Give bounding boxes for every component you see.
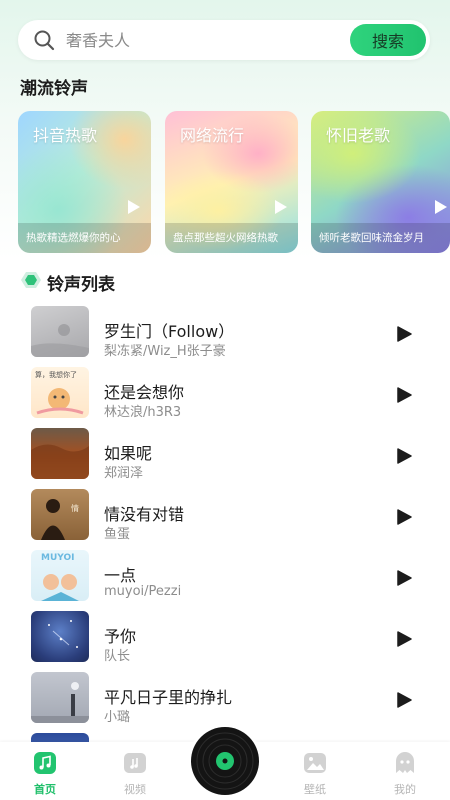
play-icon[interactable] xyxy=(396,570,412,586)
album-cover xyxy=(31,428,89,479)
svg-text:情: 情 xyxy=(71,503,79,513)
vinyl-record-button[interactable] xyxy=(186,722,264,800)
ghost-icon xyxy=(396,752,414,773)
trend-section-title: 潮流铃声 xyxy=(20,79,88,99)
search-button[interactable]: 搜索 xyxy=(350,24,426,56)
song-title: 一点 xyxy=(104,566,137,585)
card-caption: 倾听老歌回味流金岁月 xyxy=(311,223,450,253)
album-cover: 算，我想你了 xyxy=(31,367,89,418)
album-cover xyxy=(31,306,89,357)
album-cover xyxy=(31,672,89,723)
album-cover: 情 xyxy=(31,489,89,540)
card-oldies[interactable]: 怀旧老歌 倾听老歌回味流金岁月 xyxy=(311,111,450,253)
song-title: 还是会想你 xyxy=(104,383,185,402)
card-internet-popular[interactable]: 网络流行 盘点那些超火网络热歌 xyxy=(165,111,298,253)
play-icon xyxy=(275,200,287,214)
ringtone-list-icon xyxy=(21,272,41,288)
play-icon[interactable] xyxy=(396,692,412,708)
play-icon xyxy=(128,200,140,214)
list-section-title: 铃声列表 xyxy=(47,275,115,295)
song-artist: 林达浪/h3R3 xyxy=(104,405,182,420)
song-title: 如果呢 xyxy=(104,444,153,463)
search-input[interactable] xyxy=(66,28,356,52)
play-icon[interactable] xyxy=(396,387,412,403)
play-icon[interactable] xyxy=(396,326,412,342)
nav-home[interactable]: 首页 xyxy=(15,742,75,800)
card-caption: 热歌精选燃爆你的心 xyxy=(18,223,151,253)
song-title: 平凡日子里的挣扎 xyxy=(104,688,233,707)
song-artist: 鱼蛋 xyxy=(104,527,131,542)
play-icon xyxy=(435,200,447,214)
play-icon[interactable] xyxy=(396,631,412,647)
cover-text: MUYOI xyxy=(41,553,75,563)
song-artist: 梨冻紧/Wiz_H张子豪 xyxy=(104,344,226,359)
nav-wallpaper[interactable]: 壁纸 xyxy=(285,742,345,800)
song-title: 予你 xyxy=(104,627,137,646)
image-icon xyxy=(304,753,326,773)
cover-text: 算，我想你了 xyxy=(35,371,77,379)
song-title: 罗生门（Follow） xyxy=(104,322,235,341)
search-icon xyxy=(34,30,55,51)
play-icon[interactable] xyxy=(396,509,412,525)
nav-mine[interactable]: 我的 xyxy=(375,742,435,800)
play-icon[interactable] xyxy=(396,448,412,464)
song-row[interactable]: 罗生门（Follow） 梨冻紧/Wiz_H张子豪 xyxy=(0,306,450,367)
nav-label: 首页 xyxy=(34,783,56,796)
song-row[interactable]: 情 情没有对错 鱼蛋 xyxy=(0,489,450,550)
nav-video[interactable]: 视频 xyxy=(105,742,165,800)
song-row[interactable]: 如果呢 郑润泽 xyxy=(0,428,450,489)
album-cover: MUYOI xyxy=(31,550,89,601)
card-douyin-hits[interactable]: 抖音热歌 热歌精选燃爆你的心 xyxy=(18,111,151,253)
song-title: 情没有对错 xyxy=(104,505,185,524)
nav-label: 我的 xyxy=(394,783,416,796)
song-artist: 郑润泽 xyxy=(104,466,144,481)
song-artist: 小璐 xyxy=(104,710,131,725)
card-title: 网络流行 xyxy=(180,126,245,145)
song-artist: 队长 xyxy=(104,649,131,664)
category-cards: 抖音热歌 热歌精选燃爆你的心 网络流行 盘点那些超火网络热歌 怀旧老歌 倾听老歌… xyxy=(18,111,450,255)
nav-label: 壁纸 xyxy=(304,783,326,796)
video-icon xyxy=(124,753,146,773)
search-bar: 搜索 xyxy=(18,20,430,60)
card-title: 怀旧老歌 xyxy=(326,126,391,145)
nav-label: 视频 xyxy=(124,783,146,796)
card-caption: 盘点那些超火网络热歌 xyxy=(165,223,298,253)
album-cover xyxy=(31,611,89,662)
song-row[interactable]: MUYOI 一点 muyoi/Pezzi xyxy=(0,550,450,611)
song-row[interactable]: 算，我想你了 还是会想你 林达浪/h3R3 xyxy=(0,367,450,428)
music-note-icon xyxy=(34,752,56,774)
song-row[interactable]: 予你 队长 xyxy=(0,611,450,672)
song-artist: muyoi/Pezzi xyxy=(104,584,182,599)
card-title: 抖音热歌 xyxy=(33,126,98,145)
